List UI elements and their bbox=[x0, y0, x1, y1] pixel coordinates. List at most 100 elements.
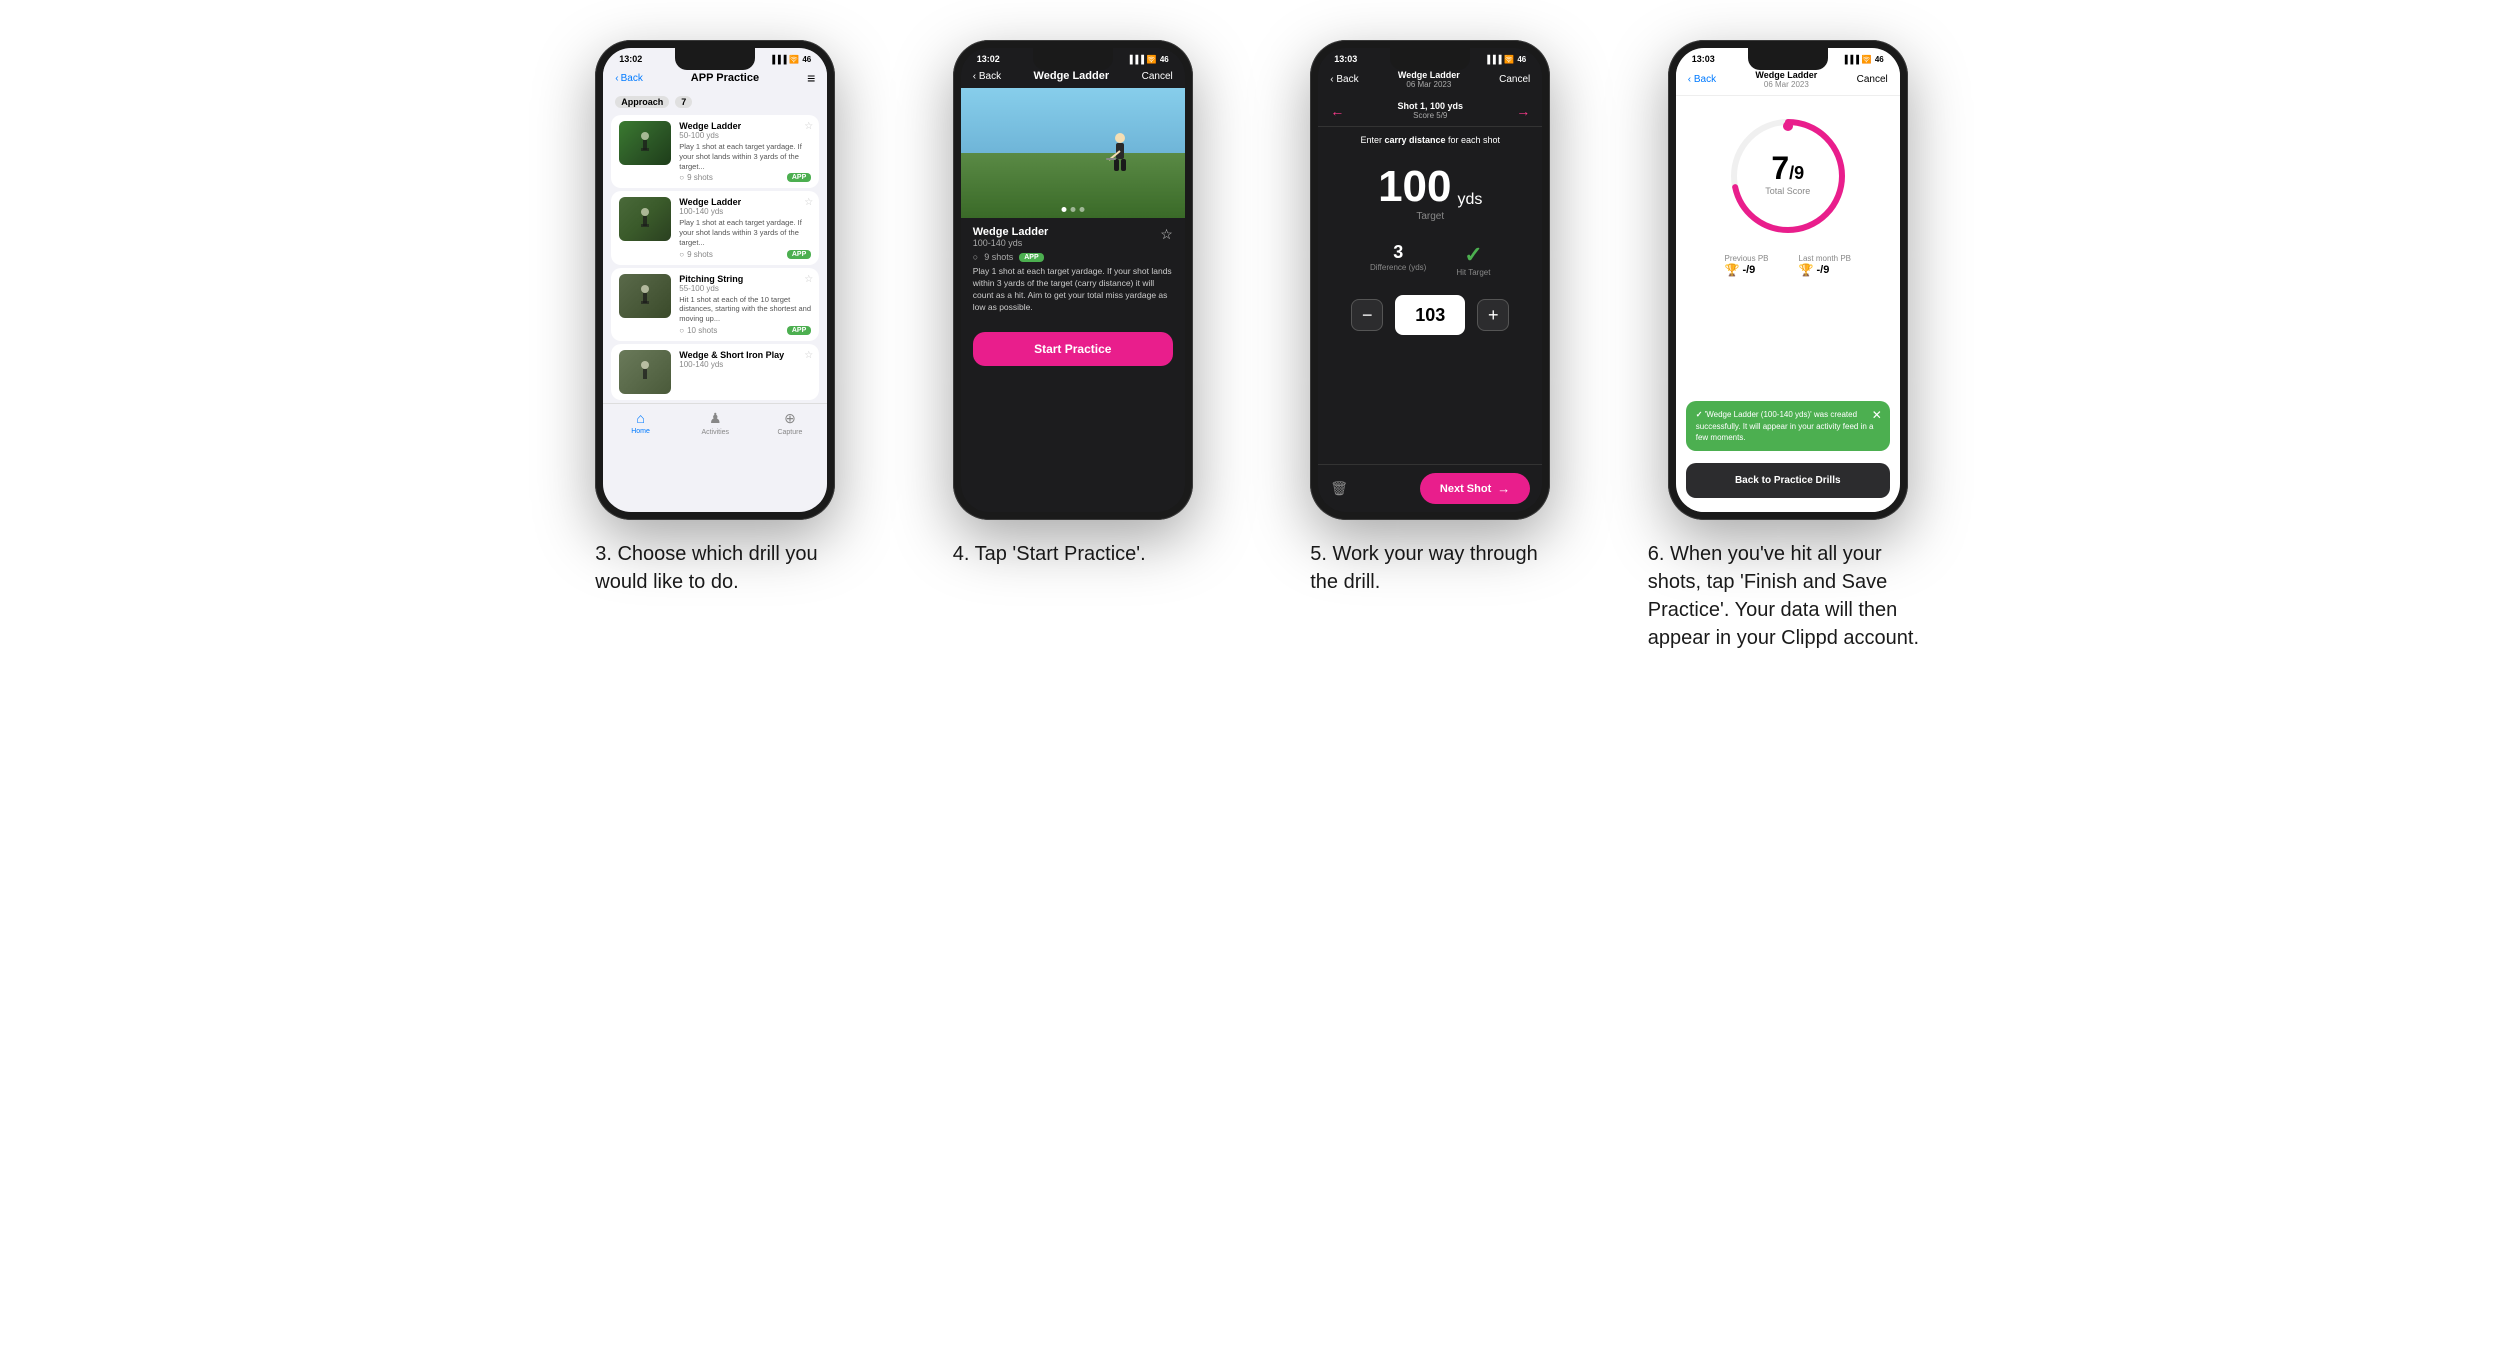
nav-title-3: APP Practice bbox=[691, 72, 759, 84]
phone-notch-6 bbox=[1748, 48, 1828, 70]
trophy-icon-2: 🏆 bbox=[1799, 263, 1814, 277]
drill-thumb-img-3 bbox=[619, 274, 671, 318]
drill-thumb-img-1 bbox=[619, 121, 671, 165]
back-button-3[interactable]: ‹ Back bbox=[615, 73, 643, 84]
hit-target-label: Hit Target bbox=[1456, 268, 1490, 277]
prev-shot-btn[interactable]: ← bbox=[1330, 103, 1344, 119]
phone-section-5: 13:03 ▐▐▐ 🛜 46 ‹ Back Wedge Ladder 06 Ma… bbox=[1267, 40, 1595, 652]
star-icon-4[interactable]: ☆ bbox=[804, 350, 813, 361]
drill-thumb-3 bbox=[619, 274, 671, 318]
drill-footer-2: ○ 9 shots APP bbox=[679, 250, 811, 259]
next-shot-arrow-btn[interactable]: → bbox=[1516, 103, 1530, 119]
drill-thumb-2 bbox=[619, 197, 671, 241]
star-icon-2[interactable]: ☆ bbox=[804, 197, 813, 208]
dot-3 bbox=[1079, 207, 1084, 212]
back-to-drills-button[interactable]: Back to Practice Drills bbox=[1686, 463, 1890, 498]
golf-icon-4 bbox=[630, 357, 660, 387]
toast-close-btn[interactable]: ✕ bbox=[1872, 407, 1882, 424]
caption-6: 6. When you've hit all your shots, tap '… bbox=[1648, 540, 1928, 652]
category-count-3: 7 bbox=[675, 96, 692, 108]
status-icons-6: ▐▐▐ 🛜 46 bbox=[1842, 55, 1884, 64]
status-time-4: 13:02 bbox=[977, 54, 1000, 64]
metrics-row: 3 Difference (yds) ✓ Hit Target bbox=[1318, 234, 1542, 285]
caption-3: 3. Choose which drill you would like to … bbox=[595, 540, 835, 596]
success-toast: ✓ 'Wedge Ladder (100-140 yds)' was creat… bbox=[1686, 401, 1890, 451]
drill-item-3[interactable]: Pitching String 55-100 yds Hit 1 shot at… bbox=[611, 268, 819, 341]
next-shot-label: Next Shot bbox=[1440, 483, 1491, 495]
shot-nav-5: ‹ Back Wedge Ladder 06 Mar 2023 Cancel bbox=[1318, 66, 1542, 95]
hit-target-icon: ✓ bbox=[1456, 242, 1490, 268]
back-btn-4[interactable]: ‹ Back bbox=[973, 71, 1001, 82]
drill-detail-header-4: Wedge Ladder 100-140 yds ☆ bbox=[973, 226, 1173, 248]
hit-target-metric: ✓ Hit Target bbox=[1456, 242, 1490, 277]
shot-cancel-btn[interactable]: Cancel bbox=[1499, 74, 1530, 85]
drill-item-4[interactable]: Wedge & Short Iron Play 100-140 yds ☆ bbox=[611, 344, 819, 400]
wifi-icon-3: 🛜 bbox=[789, 55, 799, 64]
shot-nav-title: Wedge Ladder bbox=[1398, 70, 1460, 80]
decrement-btn[interactable]: − bbox=[1351, 299, 1383, 331]
star-icon-1[interactable]: ☆ bbox=[804, 121, 813, 132]
shot-center-info: Shot 1, 100 yds Score 5/9 bbox=[1397, 101, 1463, 120]
detail-title-group-4: Wedge Ladder 100-140 yds bbox=[973, 226, 1049, 248]
phone-frame-6: 13:03 ▐▐▐ 🛜 46 ‹ Back Wedge Ladder 06 Ma… bbox=[1668, 40, 1908, 520]
page-container: 13:02 ▐▐▐ 🛜 46 ‹ Back APP Practice ≡ App… bbox=[552, 40, 1952, 652]
drill-desc-3: Hit 1 shot at each of the 10 target dist… bbox=[679, 295, 811, 324]
score-cancel-btn[interactable]: Cancel bbox=[1857, 74, 1888, 85]
phone-notch-5 bbox=[1390, 48, 1470, 70]
next-shot-button[interactable]: Next Shot → bbox=[1420, 473, 1530, 504]
increment-btn[interactable]: + bbox=[1477, 299, 1509, 331]
activities-icon: ♟ bbox=[709, 410, 722, 427]
signal-icon-4: ▐▐▐ bbox=[1127, 55, 1144, 64]
drill-item-1[interactable]: Wedge Ladder 50-100 yds Play 1 shot at e… bbox=[611, 115, 819, 188]
detail-star-4[interactable]: ☆ bbox=[1160, 226, 1173, 243]
score-nav-sub: 06 Mar 2023 bbox=[1755, 80, 1817, 89]
cancel-btn-4[interactable]: Cancel bbox=[1142, 71, 1173, 82]
bottom-spacer-6 bbox=[1676, 504, 1900, 512]
drill-info-3: Pitching String 55-100 yds Hit 1 shot at… bbox=[679, 274, 811, 335]
previous-pb-item: Previous PB 🏆 -/9 bbox=[1724, 254, 1768, 277]
wifi-icon-4: 🛜 bbox=[1147, 55, 1157, 64]
dot-2 bbox=[1070, 207, 1075, 212]
phone-screen-5: 13:03 ▐▐▐ 🛜 46 ‹ Back Wedge Ladder 06 Ma… bbox=[1318, 48, 1542, 512]
drill-desc-1: Play 1 shot at each target yardage. If y… bbox=[679, 142, 811, 171]
start-practice-button[interactable]: Start Practice bbox=[973, 332, 1173, 366]
status-icons-4: ▐▐▐ 🛜 46 bbox=[1127, 55, 1169, 64]
shot-back-btn[interactable]: ‹ Back bbox=[1330, 74, 1358, 85]
battery-icon-5: 46 bbox=[1517, 55, 1526, 64]
signal-icon-5: ▐▐▐ bbox=[1484, 55, 1501, 64]
difference-metric: 3 Difference (yds) bbox=[1370, 242, 1426, 277]
spacer-6 bbox=[1676, 285, 1900, 395]
trash-icon[interactable]: 🗑 bbox=[1330, 480, 1348, 497]
app-badge-2: APP bbox=[787, 250, 811, 259]
bottom-nav-home[interactable]: ⌂ Home bbox=[603, 410, 678, 436]
app-badge-1: APP bbox=[787, 173, 811, 182]
pb-row: Previous PB 🏆 -/9 Last month PB 🏆 -/9 bbox=[1676, 246, 1900, 285]
previous-pb-label: Previous PB bbox=[1724, 254, 1768, 263]
bottom-nav-capture[interactable]: ⊕ Capture bbox=[753, 410, 828, 436]
battery-icon-3: 46 bbox=[802, 55, 811, 64]
score-back-btn[interactable]: ‹ Back bbox=[1688, 74, 1716, 85]
star-icon-3[interactable]: ☆ bbox=[804, 274, 813, 285]
drill-thumb-4 bbox=[619, 350, 671, 394]
wifi-icon-5: 🛜 bbox=[1504, 55, 1514, 64]
toast-checkmark: ✓ bbox=[1696, 410, 1705, 419]
input-value-display[interactable]: 103 bbox=[1395, 295, 1465, 335]
trophy-icon-1: 🏆 bbox=[1724, 263, 1739, 277]
golf-icon-2 bbox=[630, 204, 660, 234]
previous-pb-value: 🏆 -/9 bbox=[1724, 263, 1768, 277]
drill-yardage-3: 55-100 yds bbox=[679, 284, 811, 293]
detail-desc-4: Play 1 shot at each target yardage. If y… bbox=[973, 266, 1173, 314]
battery-icon-6: 46 bbox=[1875, 55, 1884, 64]
score-text-overlay: 7/9 Total Score bbox=[1765, 152, 1810, 196]
phone-frame-3: 13:02 ▐▐▐ 🛜 46 ‹ Back APP Practice ≡ App… bbox=[595, 40, 835, 520]
battery-icon-4: 46 bbox=[1160, 55, 1169, 64]
shot-info-center: Wedge Ladder 06 Mar 2023 bbox=[1398, 70, 1460, 89]
menu-icon-3[interactable]: ≡ bbox=[807, 70, 815, 86]
drill-yardage-4: 100-140 yds bbox=[679, 360, 811, 369]
drill-item-2[interactable]: Wedge Ladder 100-140 yds Play 1 shot at … bbox=[611, 191, 819, 264]
home-icon: ⌂ bbox=[636, 410, 644, 426]
bottom-nav-activities[interactable]: ♟ Activities bbox=[678, 410, 753, 436]
drill-title-2: Wedge Ladder bbox=[679, 197, 811, 207]
score-numerator: 7/9 bbox=[1765, 152, 1810, 184]
drill-info-1: Wedge Ladder 50-100 yds Play 1 shot at e… bbox=[679, 121, 811, 182]
